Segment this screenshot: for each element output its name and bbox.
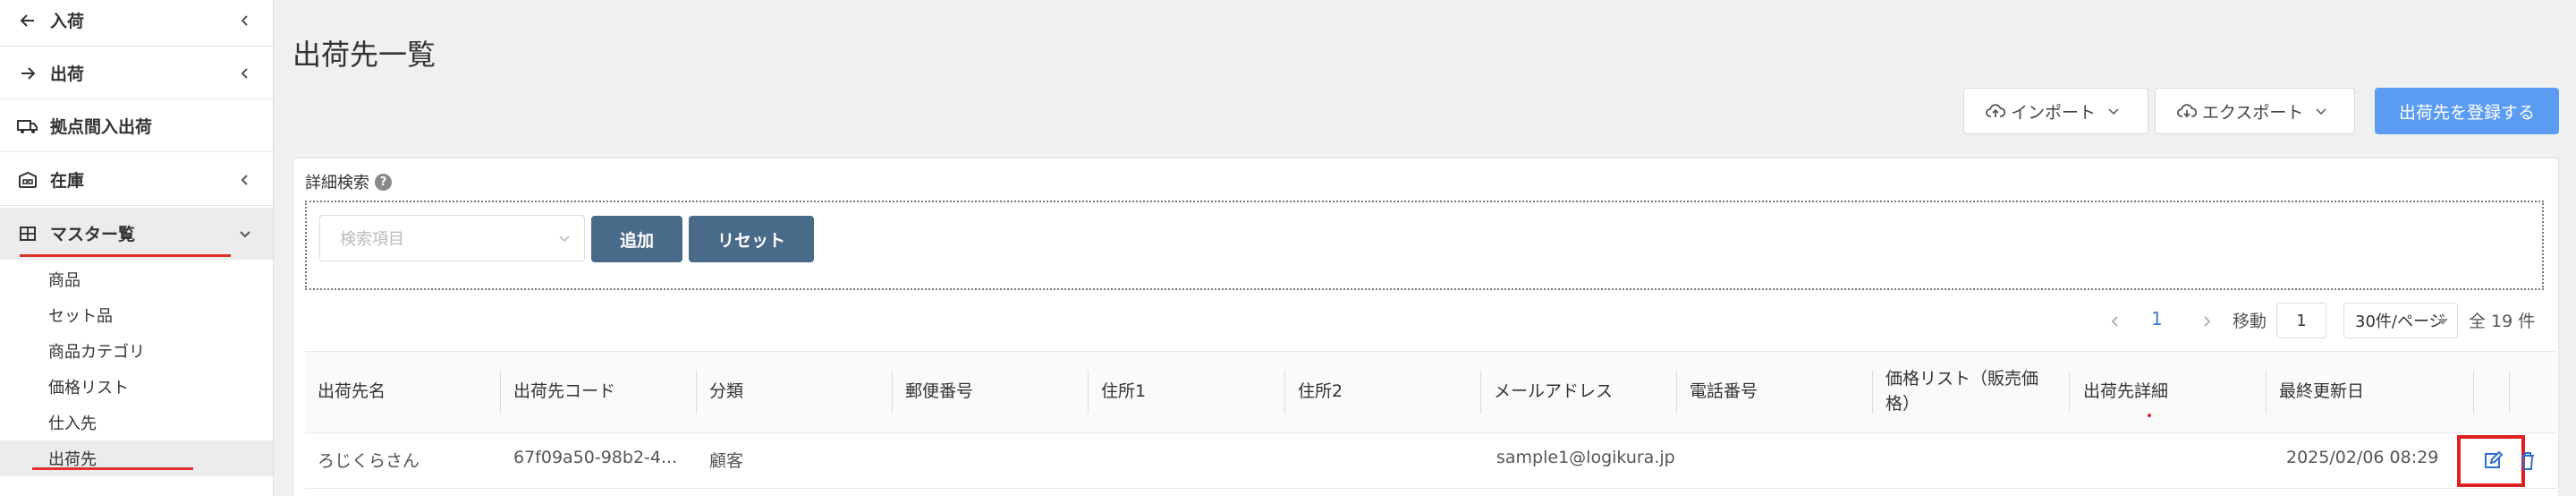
goto-page-input[interactable]: 1: [2276, 303, 2326, 338]
sidebar-item-label: 出荷: [50, 64, 85, 84]
required-marker: [2148, 414, 2151, 417]
chevron-down-icon: [559, 235, 570, 243]
cell-name: ろじくらさん: [318, 451, 420, 471]
search-title-text: 詳細検索: [305, 174, 369, 192]
sidebar-item-transfer[interactable]: 拠点間入出荷: [0, 100, 273, 152]
sidebar-item-inventory[interactable]: 在庫: [0, 154, 273, 206]
cell-code: 67f09a50-98b2-4...: [513, 448, 678, 467]
column-header-postal[interactable]: 郵便番号: [893, 351, 1088, 433]
current-page-number[interactable]: 1: [2151, 308, 2163, 329]
sidebar-subitem-products[interactable]: 商品: [0, 261, 273, 297]
import-button[interactable]: インポート: [1963, 88, 2148, 134]
reset-button[interactable]: リセット: [689, 216, 814, 262]
sidebar-subitem-suppliers[interactable]: 仕入先: [0, 405, 273, 440]
column-divider: [1088, 371, 1089, 414]
prev-page-icon[interactable]: [2107, 313, 2123, 329]
total-count: 全 19 件: [2469, 312, 2536, 331]
sidebar-subitem-shipping-destinations[interactable]: 出荷先: [0, 440, 273, 476]
register-destination-button[interactable]: 出荷先を登録する: [2375, 88, 2559, 134]
search-field-select[interactable]: 検索項目: [319, 215, 585, 261]
sidebar-subitem-price-lists[interactable]: 価格リスト: [0, 369, 273, 405]
sidebar-item-label: マスター覧: [50, 225, 136, 244]
column-header-address2[interactable]: 住所2: [1285, 351, 1480, 433]
page-title: 出荷先一覧: [292, 38, 436, 72]
chevron-left-icon: [241, 14, 248, 26]
column-divider: [2266, 371, 2267, 414]
column-divider: [2473, 371, 2474, 414]
grid-icon: [16, 222, 39, 245]
export-label: エクスポート: [2202, 102, 2304, 123]
edit-icon[interactable]: [2483, 449, 2504, 471]
column-divider: [2509, 371, 2510, 414]
sidebar-subitem-categories[interactable]: 商品カテゴリ: [0, 333, 273, 369]
column-header-name[interactable]: 出荷先名: [305, 351, 500, 433]
column-header-email[interactable]: メールアドレス: [1481, 351, 1676, 433]
search-panel-title: 詳細検索 ?: [305, 170, 392, 193]
page-size-select[interactable]: 30件/ページ: [2343, 303, 2458, 338]
page-size-value: 30件/ページ: [2355, 312, 2445, 331]
sidebar-item-label: 拠点間入出荷: [50, 117, 153, 137]
chevron-down-icon: [240, 230, 250, 237]
column-divider: [1676, 371, 1677, 414]
chevron-left-icon: [241, 67, 248, 79]
column-header-category[interactable]: 分類: [697, 351, 892, 433]
column-divider: [892, 371, 893, 414]
column-header-code[interactable]: 出荷先コード: [501, 351, 696, 433]
column-divider: [1480, 371, 1481, 414]
sidebar-item-arrivals[interactable]: 入荷: [0, 0, 273, 47]
arrow-right-icon: [16, 62, 39, 85]
truck-icon: [16, 115, 39, 138]
chevron-down-icon: [2108, 108, 2119, 115]
column-header-phone[interactable]: 電話番号: [1677, 351, 1872, 433]
caret-down-icon: [2437, 319, 2448, 325]
sidebar: 入荷 出荷 拠点間入出荷 在庫 マスター覧 商品 セット品 商品カテゴリ 価格リ…: [0, 0, 274, 496]
warehouse-icon: [16, 168, 39, 192]
import-label: インポート: [2011, 102, 2097, 123]
next-page-icon[interactable]: [2199, 313, 2215, 329]
delete-icon[interactable]: [2520, 450, 2536, 472]
sidebar-item-master[interactable]: マスター覧: [0, 208, 273, 260]
sidebar-item-label: 在庫: [50, 171, 85, 191]
arrow-left-icon: [16, 9, 39, 32]
column-header-detail[interactable]: 出荷先詳細: [2071, 351, 2266, 433]
column-divider: [1284, 371, 1285, 414]
column-divider: [1872, 371, 1873, 414]
chevron-down-icon: [2316, 108, 2327, 115]
column-header-address1[interactable]: 住所1: [1089, 351, 1284, 433]
highlight-underline: [20, 254, 231, 257]
cloud-download-icon: [2177, 104, 2197, 118]
sidebar-item-shipping[interactable]: 出荷: [0, 47, 273, 99]
sidebar-subitem-sets[interactable]: セット品: [0, 297, 273, 333]
add-condition-button[interactable]: 追加: [591, 216, 682, 262]
column-header-updated[interactable]: 最終更新日: [2267, 351, 2462, 433]
goto-label: 移動: [2233, 312, 2267, 331]
chevron-left-icon: [241, 174, 248, 185]
search-field-placeholder: 検索項目: [340, 230, 404, 249]
help-icon[interactable]: ?: [375, 173, 392, 191]
column-header-price-list[interactable]: 価格リスト（販売価格）: [1873, 351, 2056, 433]
cell-category: 顧客: [709, 451, 744, 471]
column-divider: [500, 371, 501, 414]
cell-email: sample1@logikura.jp: [1496, 448, 1675, 467]
cell-updated: 2025/02/06 08:29: [2286, 448, 2439, 467]
sidebar-item-label: 入荷: [50, 12, 85, 31]
column-divider: [696, 371, 697, 414]
cloud-upload-icon: [1986, 104, 2005, 117]
highlight-underline: [32, 467, 193, 470]
export-button[interactable]: エクスポート: [2155, 88, 2355, 134]
column-divider: [2069, 371, 2070, 414]
